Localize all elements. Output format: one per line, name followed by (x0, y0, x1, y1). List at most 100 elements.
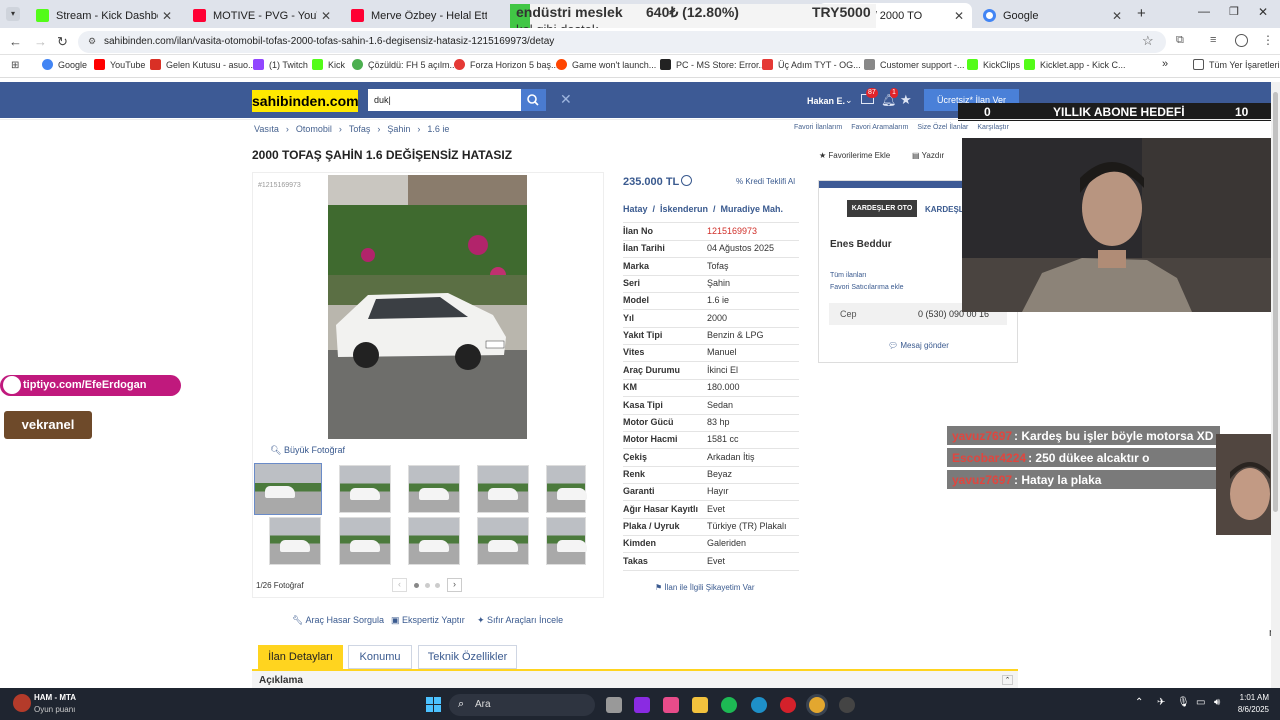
pager-dot[interactable] (435, 583, 440, 588)
bookmark-item[interactable]: Kicklet.app - Kick C... (1024, 59, 1126, 70)
photo-thumbnail[interactable] (546, 465, 587, 513)
url-field[interactable]: ⚙ sahibinden.com/ilan/vasita-otomobil-to… (78, 31, 1166, 53)
new-tab-button[interactable]: + (1137, 5, 1146, 22)
clock-date[interactable]: 8/6/2025 (1229, 705, 1269, 714)
site-search-input[interactable]: duk| (368, 89, 521, 111)
taskbar-app-icon[interactable] (663, 697, 679, 713)
price-history-icon[interactable] (681, 175, 692, 186)
collapse-icon[interactable]: ⌃ (1002, 675, 1013, 685)
add-favorite-link[interactable]: ★ Favorilerime Ekle (819, 151, 890, 160)
user-menu[interactable]: Hakan E. (807, 96, 845, 106)
breadcrumb-item[interactable]: Otomobil (296, 124, 332, 134)
all-ads-link[interactable]: Tüm ilanları (830, 272, 867, 279)
send-message-link[interactable]: 💬︎ Mesaj gönder (888, 341, 949, 350)
network-icon[interactable]: ▭ (1196, 697, 1205, 708)
photo-thumbnail[interactable] (254, 463, 322, 515)
favorite-searches-link[interactable]: Favori Aramalarım (851, 124, 908, 131)
tab-location[interactable]: Konumu (348, 645, 412, 669)
bookmark-item[interactable]: YouTube (94, 59, 145, 70)
opera-icon[interactable] (780, 697, 796, 713)
photo-thumbnail[interactable] (477, 517, 529, 565)
scrollbar-thumb[interactable] (1273, 92, 1278, 512)
forward-icon[interactable]: → (34, 34, 47, 49)
shop-logo[interactable]: KARDEŞLER OTO (847, 200, 917, 217)
bookmark-item[interactable]: Customer support -... (864, 59, 965, 70)
bookmark-item[interactable]: Üç Adım TYT - OG... (762, 59, 861, 70)
clear-search-icon[interactable]: ✕ (560, 91, 572, 108)
taskbar-app-icon[interactable] (634, 697, 650, 713)
tab-kick-dashboard[interactable]: Stream - Kick Dashboard✕ (28, 3, 180, 28)
bookmark-item[interactable]: Game won't launch... (556, 59, 656, 70)
all-bookmarks[interactable]: Tüm Yer İşaretleri (1193, 59, 1280, 70)
compare-link[interactable]: Karşılaştır (977, 124, 1009, 131)
tray-app-icon[interactable]: ✈ (1157, 697, 1165, 708)
tab-search-icon[interactable]: ▾ (6, 7, 20, 21)
close-icon[interactable]: ✕ (162, 9, 172, 23)
favorites-star-icon[interactable]: ★ (900, 92, 912, 108)
bookmark-item[interactable]: Gelen Kutusu - asuo... (150, 59, 256, 70)
credit-offer-link[interactable]: % Kredi Teklifi Al (736, 177, 795, 186)
volume-icon[interactable]: 🔊︎ (1214, 697, 1220, 708)
bookmark-star-icon[interactable]: ☆ (1142, 33, 1154, 49)
new-cars-link[interactable]: ✦ Sıfır Araçları İncele (477, 615, 563, 626)
reload-icon[interactable]: ↻ (57, 34, 68, 50)
chrome-icon[interactable] (809, 697, 825, 713)
breadcrumb-item[interactable]: Tofaş (349, 124, 371, 134)
pager-dot[interactable] (414, 583, 419, 588)
bookmark-item[interactable]: Forza Horizon 5 baş... (454, 59, 559, 70)
clock-time[interactable]: 1:01 AM (1233, 693, 1269, 702)
prev-photo-button[interactable]: ‹ (392, 578, 407, 592)
favorite-listings-link[interactable]: Favori İlanlarım (794, 124, 842, 131)
tab-listing-details[interactable]: İlan Detayları (258, 645, 343, 669)
page-scrollbar[interactable] (1271, 82, 1280, 688)
menu-icon[interactable]: ⋮ (1262, 33, 1274, 47)
bookmark-item[interactable]: Kick (312, 59, 345, 70)
photo-thumbnail[interactable] (269, 517, 321, 565)
photo-thumbnail[interactable] (408, 465, 460, 513)
profile-icon[interactable] (1235, 34, 1248, 47)
close-icon[interactable]: ✕ (1112, 9, 1122, 23)
tab-technical[interactable]: Teknik Özellikler (418, 645, 517, 669)
favorite-seller-link[interactable]: Favori Satıcılarıma ekle (830, 284, 904, 291)
breadcrumb-item[interactable]: 1.6 ie (427, 124, 449, 134)
main-car-photo[interactable] (328, 175, 527, 439)
microphone-icon[interactable]: 🎙︎ (1177, 697, 1190, 708)
photo-thumbnail[interactable] (477, 465, 529, 513)
task-view-icon[interactable] (606, 697, 622, 713)
special-listings-link[interactable]: Size Özel İlanlar (917, 124, 968, 131)
complaint-link[interactable]: ⚑ İlan ile İlgili Şikayetim Var (655, 583, 755, 592)
bookmark-item[interactable]: KickClips (967, 59, 1020, 70)
apps-icon[interactable]: ⊞ (11, 60, 19, 71)
tab-youtube-merve[interactable]: Merve Özbey - Helal Ettim (Joy (343, 3, 495, 28)
photo-thumbnail[interactable] (339, 465, 391, 513)
more-bookmarks-icon[interactable]: » (1162, 58, 1168, 70)
damage-check-link[interactable]: 🔧︎ Araç Hasar Sorgula (292, 615, 384, 626)
edge-icon[interactable] (751, 697, 767, 713)
tray-expand-icon[interactable]: ⌃ (1135, 697, 1143, 708)
site-info-icon[interactable]: ⚙ (88, 36, 96, 47)
back-icon[interactable]: ← (9, 34, 22, 49)
bookmark-item[interactable]: (1) Twitch (253, 59, 308, 70)
window-close-button[interactable]: ✕ (1258, 5, 1268, 19)
big-photo-link[interactable]: 🔍︎ Büyük Fotoğraf (270, 445, 345, 456)
file-explorer-icon[interactable] (692, 697, 708, 713)
tab-google[interactable]: Google ✕ (975, 3, 1130, 28)
site-logo[interactable]: sahibinden.com (252, 90, 359, 112)
photo-thumbnail[interactable] (546, 517, 587, 565)
close-icon[interactable]: ✕ (321, 9, 331, 23)
obs-icon[interactable] (839, 697, 855, 713)
shop-name[interactable]: KARDEŞL (925, 205, 964, 214)
next-photo-button[interactable]: › (447, 578, 462, 592)
print-link[interactable]: ▤ Yazdır (912, 151, 944, 160)
extensions-icon[interactable]: ⧉ (1176, 34, 1184, 47)
bookmark-item[interactable]: PC - MS Store: Error... (660, 59, 766, 70)
search-button[interactable] (521, 89, 546, 111)
bookmark-item[interactable]: Google (42, 59, 87, 70)
close-icon[interactable]: ✕ (954, 9, 964, 23)
pager-dot[interactable] (425, 583, 430, 588)
location[interactable]: Hatay / İskenderun / Muradiye Mah. (623, 204, 783, 214)
tab-youtube-motive[interactable]: MOTIVE - PVG - YouTube✕ (185, 3, 339, 28)
breadcrumb-item[interactable]: Vasıta (254, 124, 279, 134)
photo-thumbnail[interactable] (339, 517, 391, 565)
photo-thumbnail[interactable] (408, 517, 460, 565)
